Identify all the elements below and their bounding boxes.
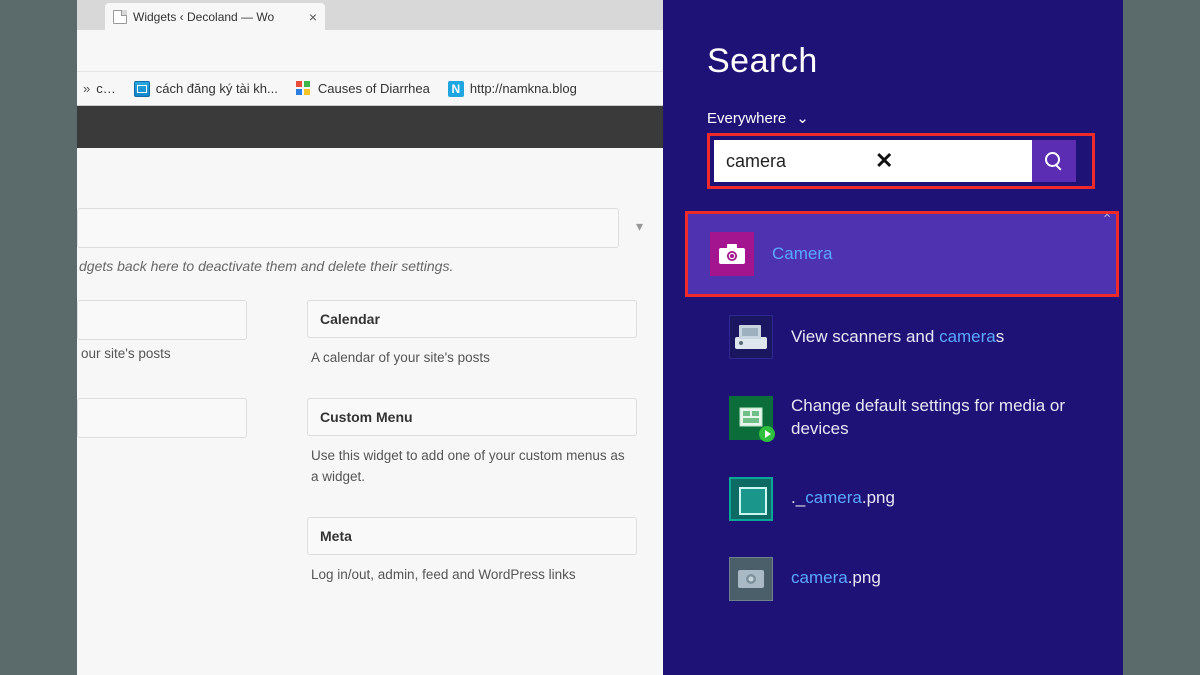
chevron-down-icon: ▾	[636, 218, 643, 235]
bookmark-label: c…	[96, 81, 116, 96]
bookmark-icon	[296, 81, 312, 97]
search-charm: Search Everywhere ⌄ camera ✕ ⌃	[663, 0, 1123, 675]
chevron-down-icon: ⌄	[796, 109, 809, 127]
scroll-up-icon[interactable]: ⌃	[1101, 211, 1113, 228]
chevron-icon: »	[83, 81, 90, 96]
result-default-settings[interactable]: Change default settings for media or dev…	[707, 377, 1095, 459]
widget-box[interactable]	[77, 398, 247, 438]
scope-label: Everywhere	[707, 110, 786, 127]
tab-title: Widgets ‹ Decoland — Wo	[133, 10, 303, 24]
scanner-icon	[729, 315, 773, 359]
bookmark-item[interactable]: Causes of Diarrhea	[296, 81, 430, 97]
clear-icon[interactable]: ✕	[871, 148, 1024, 174]
wp-admin-bar	[77, 106, 663, 148]
bookmark-icon: N	[448, 81, 464, 97]
wp-content: ▾ dgets back here to deactivate them and…	[77, 148, 663, 625]
result-scanners[interactable]: View scanners and cameras	[707, 297, 1095, 377]
search-scope[interactable]: Everywhere ⌄	[707, 109, 1095, 127]
settings-icon	[729, 396, 773, 440]
result-camera[interactable]: Camera	[688, 214, 1116, 294]
widget-desc: our site's posts	[77, 340, 247, 361]
bookmarks-bar: » c… cách đăng ký tài kh... Causes of Di…	[77, 72, 663, 106]
bookmark-label: Causes of Diarrhea	[318, 81, 430, 96]
widget-title[interactable]: Meta	[307, 517, 637, 555]
camera-icon	[710, 232, 754, 276]
autoplay-badge-icon	[759, 426, 775, 442]
result-file-1[interactable]: ._camera.png	[707, 459, 1095, 539]
search-input[interactable]: camera ✕	[714, 140, 1032, 182]
search-button[interactable]	[1032, 140, 1076, 182]
bookmark-item[interactable]: N http://namkna.blog	[448, 81, 577, 97]
bookmark-item[interactable]: cách đăng ký tài kh...	[134, 81, 278, 97]
bookmark-overflow[interactable]: » c…	[83, 81, 116, 96]
tab-strip: Widgets ‹ Decoland — Wo ×	[77, 0, 663, 30]
search-results: ⌃ Camera View scanners and cameras	[707, 211, 1095, 619]
search-bar: camera ✕	[714, 140, 1076, 182]
widget-desc: Use this widget to add one of your custo…	[307, 436, 637, 487]
browser-window: Widgets ‹ Decoland — Wo × » c… cách đăng…	[77, 0, 663, 675]
image-file-icon	[729, 477, 773, 521]
page-icon	[113, 10, 127, 24]
app-frame: Widgets ‹ Decoland — Wo × » c… cách đăng…	[77, 0, 1123, 675]
bookmark-label: cách đăng ký tài kh...	[156, 81, 278, 96]
highlight-first-result: Camera	[685, 211, 1119, 297]
bookmark-label: http://namkna.blog	[470, 81, 577, 96]
widget-title[interactable]: Custom Menu	[307, 398, 637, 436]
image-file-icon	[729, 557, 773, 601]
result-text: Change default settings for media or dev…	[791, 395, 1073, 441]
address-bar-area	[77, 30, 663, 72]
result-file-2[interactable]: camera.png	[707, 539, 1095, 619]
browser-tab[interactable]: Widgets ‹ Decoland — Wo ×	[105, 3, 325, 30]
widgets-hint: dgets back here to deactivate them and d…	[79, 258, 653, 274]
bookmark-icon	[134, 81, 150, 97]
search-query: camera	[726, 151, 871, 172]
widget-desc: A calendar of your site's posts	[307, 338, 637, 368]
result-text: camera.png	[791, 567, 881, 590]
result-text: ._camera.png	[791, 487, 895, 510]
result-text: View scanners and cameras	[791, 326, 1004, 349]
search-icon	[1045, 152, 1063, 170]
close-tab-icon[interactable]: ×	[309, 9, 317, 25]
result-text: Camera	[772, 243, 832, 266]
highlight-searchbox: camera ✕	[707, 133, 1095, 189]
widget-title[interactable]: Calendar	[307, 300, 637, 338]
widget-box[interactable]	[77, 300, 247, 340]
widget-desc: Log in/out, admin, feed and WordPress li…	[307, 555, 637, 585]
search-heading: Search	[707, 42, 1095, 81]
inactive-dropzone[interactable]: ▾	[77, 208, 653, 248]
